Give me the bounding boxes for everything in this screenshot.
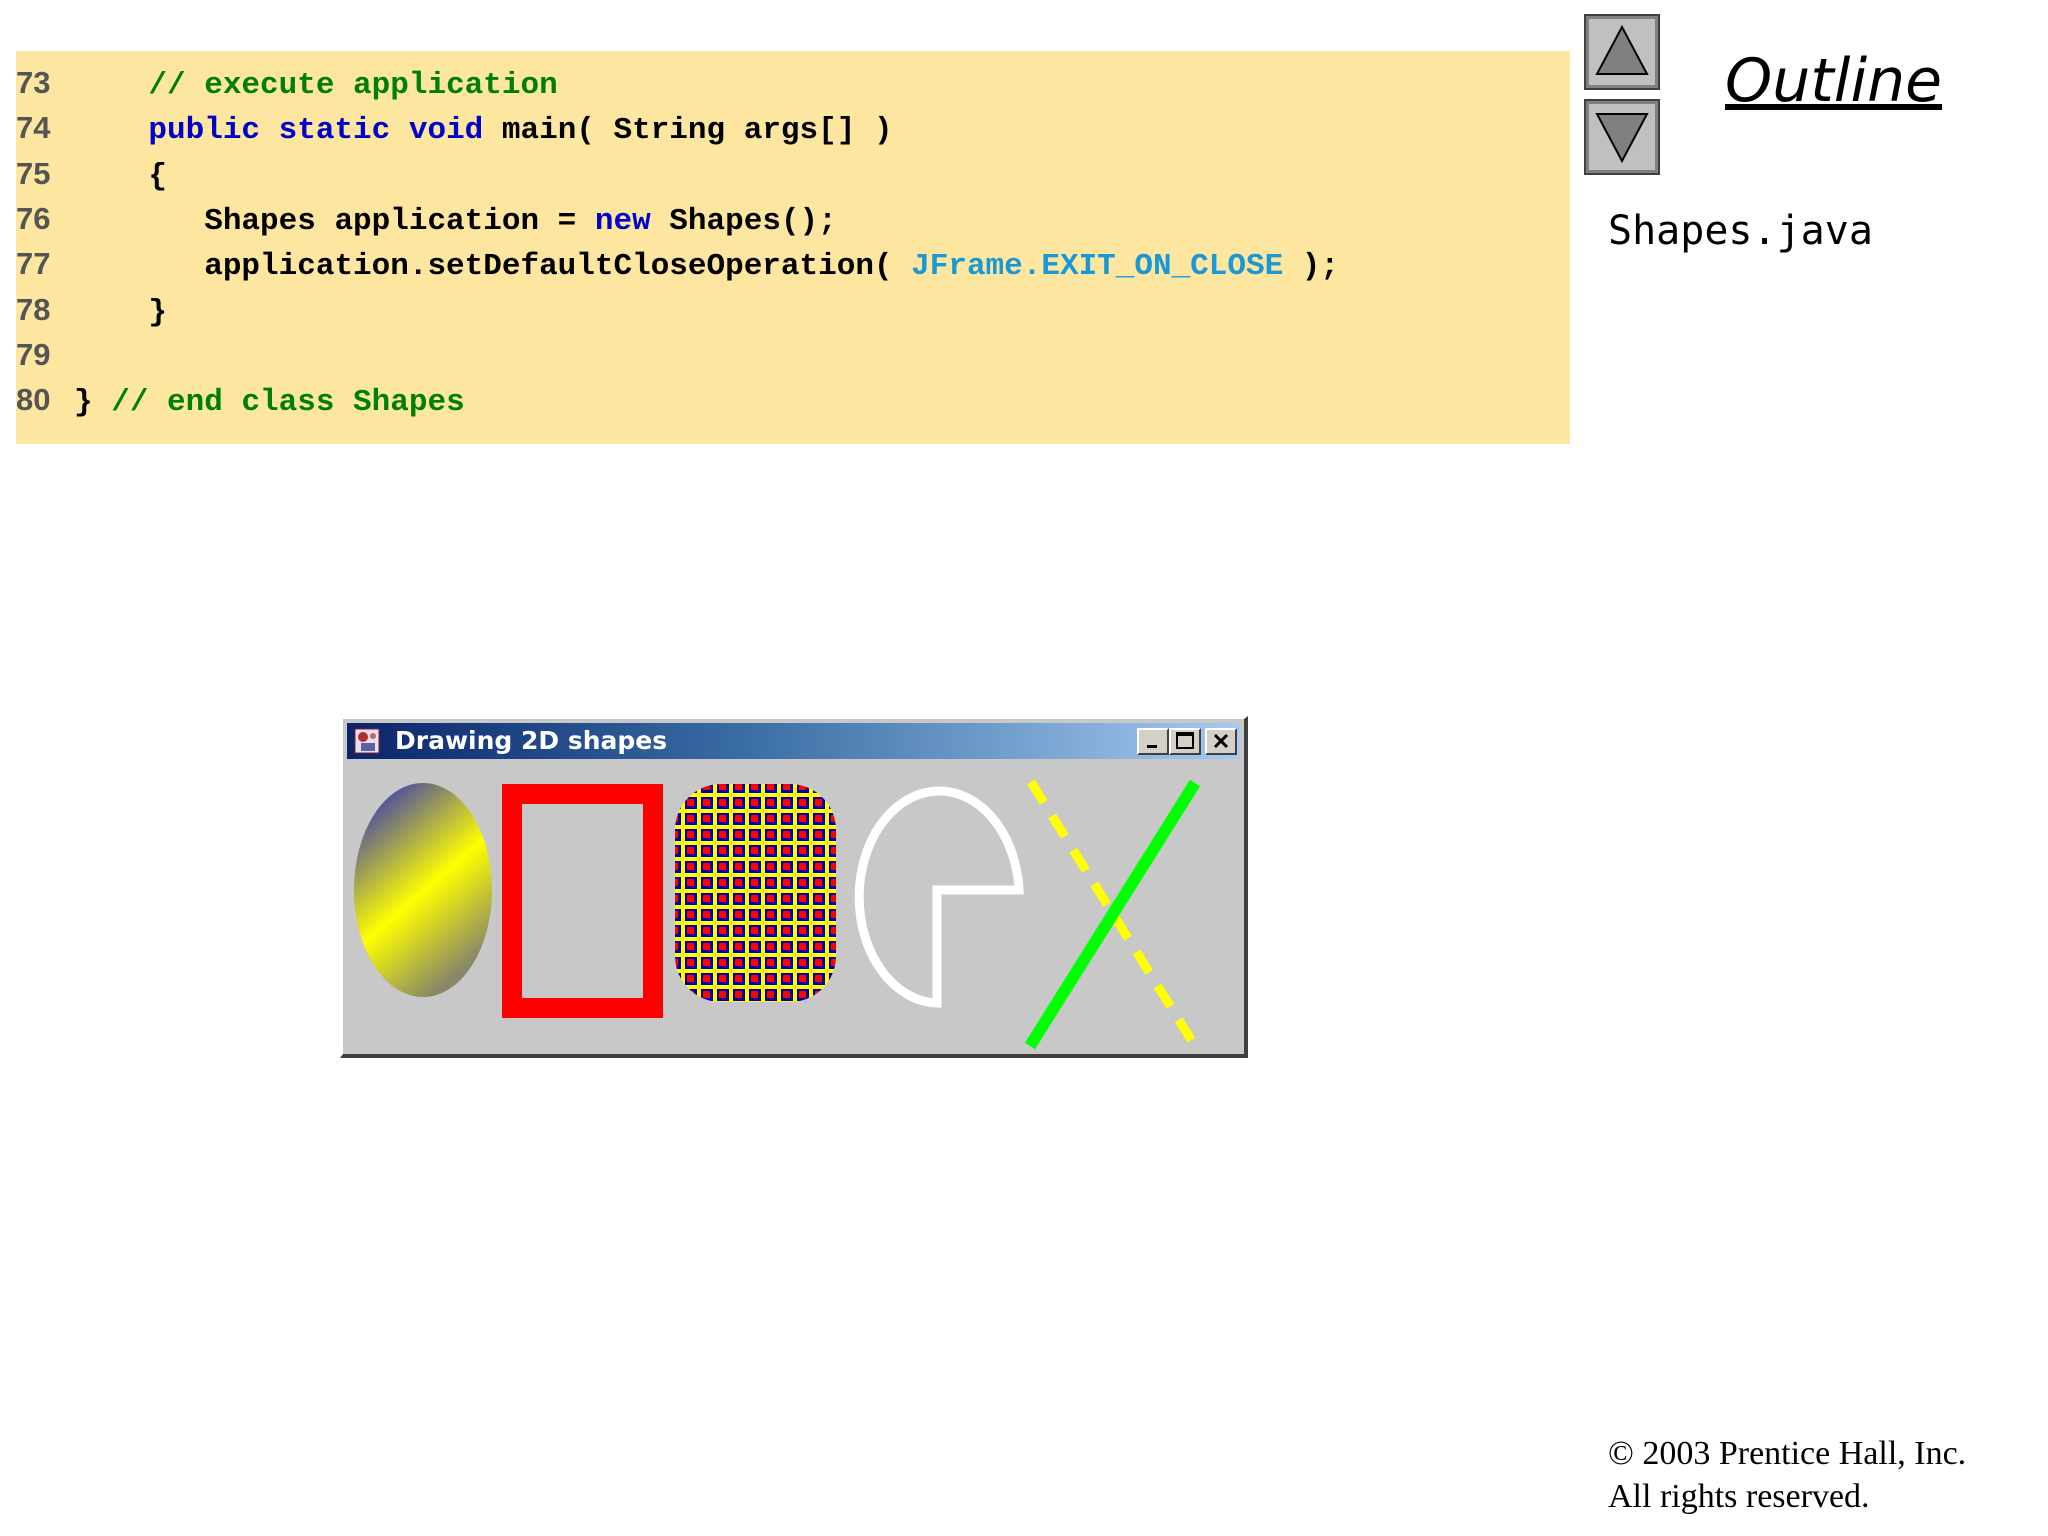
- minimize-icon: [1147, 745, 1157, 748]
- line-number: 73: [16, 65, 51, 100]
- code-token: }: [74, 294, 168, 330]
- close-icon: [1213, 733, 1229, 749]
- code-token: // end class Shapes: [111, 385, 465, 421]
- code-line: 78 }: [16, 288, 167, 332]
- code-token: {: [74, 158, 168, 194]
- code-listing: 73 // execute application 74 public stati…: [16, 51, 1570, 444]
- previous-slide-button[interactable]: [1584, 14, 1660, 90]
- line-number: 78: [16, 291, 51, 327]
- code-token: Shapes();: [650, 203, 837, 239]
- code-token: new: [594, 203, 651, 239]
- code-token: JFrame.EXIT_ON_CLOSE: [911, 249, 1284, 285]
- copyright-line-2: All rights reserved.: [1608, 1478, 1870, 1515]
- maximize-button[interactable]: [1169, 728, 1201, 755]
- maximize-icon: [1176, 732, 1194, 749]
- line-number: 77: [16, 246, 51, 282]
- minimize-button[interactable]: [1137, 728, 1169, 755]
- code-token: }: [74, 385, 112, 421]
- white-arc: [854, 786, 1024, 1008]
- code-token: main( String args[] ): [483, 113, 893, 149]
- copyright-notice: © 2003 Prentice Hall, Inc. All rights re…: [1608, 1432, 1966, 1518]
- drawing-canvas: [354, 779, 1201, 1050]
- code-line: 75 {: [16, 152, 167, 196]
- next-slide-button[interactable]: [1584, 99, 1660, 175]
- app-window: Drawing 2D shapes: [340, 716, 1248, 1058]
- code-line: 80} // end class Shapes: [16, 378, 465, 422]
- code-line: 73 // execute application: [16, 61, 558, 105]
- patterned-round-rectangle: [675, 784, 836, 1002]
- code-line: 76 Shapes application = new Shapes();: [16, 197, 837, 241]
- code-token: // execute application: [148, 68, 558, 103]
- code-token: );: [1283, 249, 1340, 285]
- code-line: 77 application.setDefaultCloseOperation(…: [16, 242, 1339, 286]
- close-button[interactable]: [1205, 728, 1237, 755]
- code-token: application.setDefaultCloseOperation(: [74, 249, 912, 285]
- copyright-line-1: © 2003 Prentice Hall, Inc.: [1608, 1435, 1967, 1472]
- line-number: 76: [16, 200, 51, 236]
- file-name: Shapes.java: [1608, 208, 1873, 254]
- code-line: 74 public static void main( String args[…: [16, 106, 893, 150]
- line-number: 80: [16, 382, 51, 418]
- code-token: public static void: [148, 113, 484, 149]
- line-number: 74: [16, 110, 51, 146]
- java-app-icon: [354, 728, 380, 754]
- code-token: Shapes application =: [74, 203, 595, 239]
- line-number: 79: [16, 336, 51, 372]
- code-line: 79: [16, 333, 74, 377]
- red-rectangle: [502, 784, 663, 1018]
- line-number: 75: [16, 155, 51, 191]
- window-title-bar[interactable]: Drawing 2D shapes: [347, 723, 1240, 759]
- triangle-up-icon: [1595, 24, 1649, 75]
- triangle-down-icon: [1595, 113, 1649, 164]
- gradient-ellipse: [354, 783, 492, 997]
- outline-title: Outline: [1725, 46, 1943, 116]
- window-title: Drawing 2D shapes: [395, 726, 668, 755]
